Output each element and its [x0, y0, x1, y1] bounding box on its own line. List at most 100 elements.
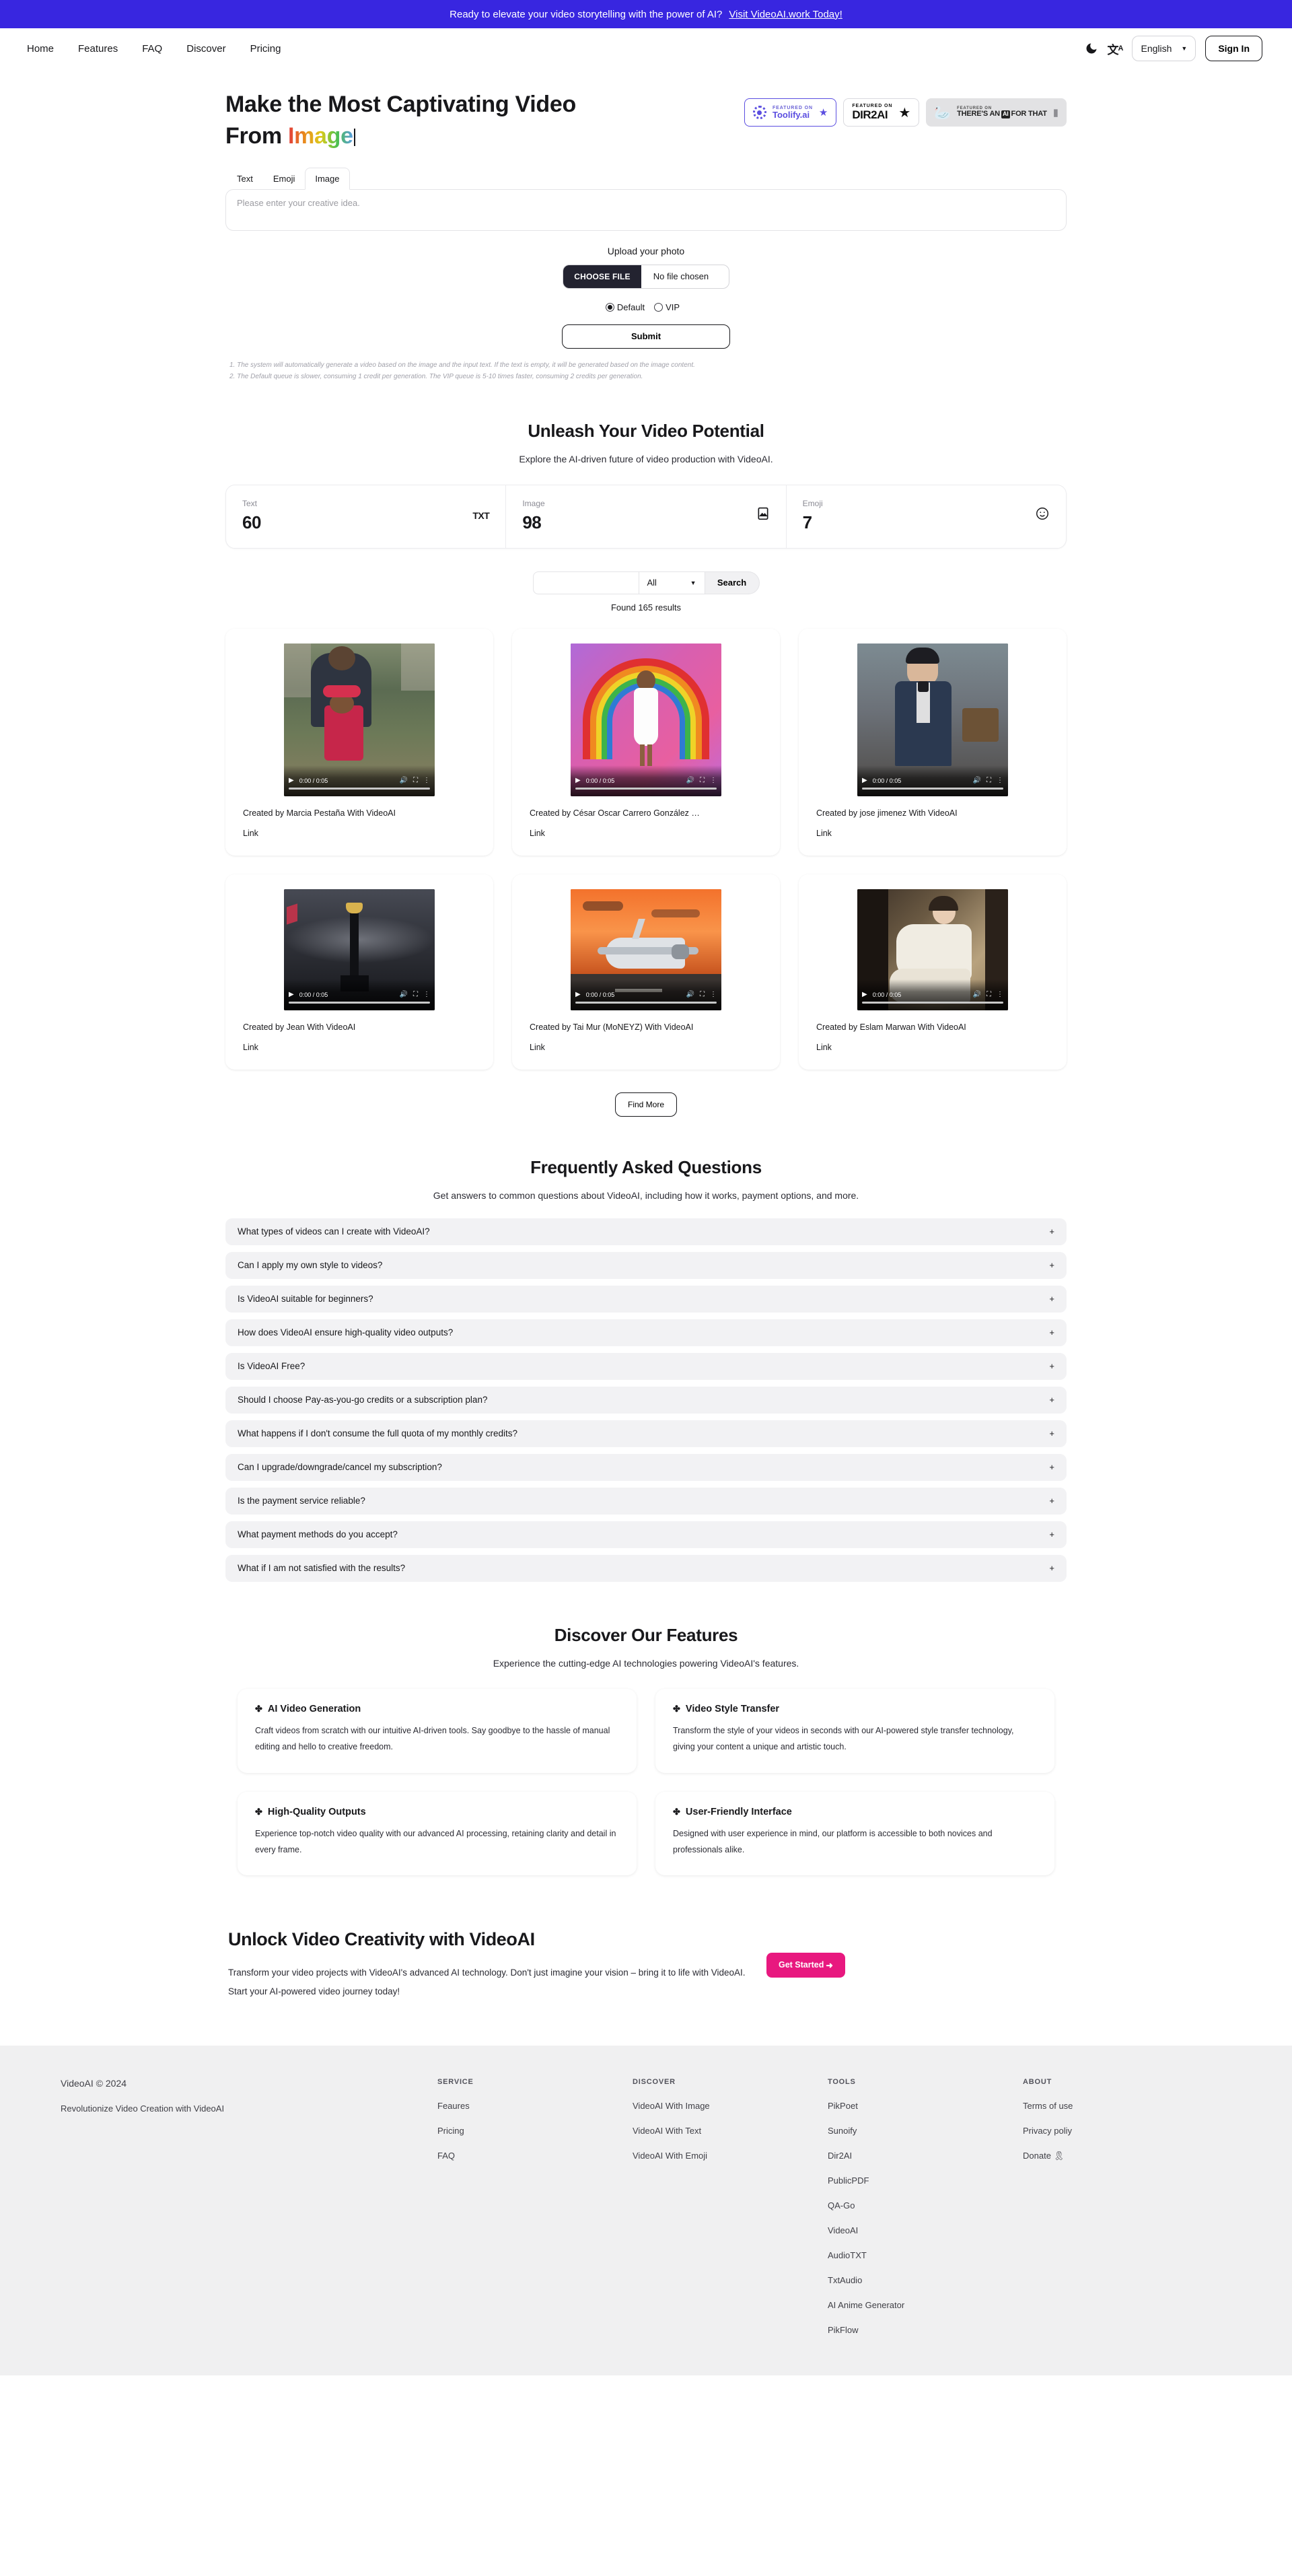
video-progress-bar[interactable] — [575, 1001, 717, 1004]
faq-item[interactable]: Is VideoAI suitable for beginners? + — [225, 1285, 1067, 1313]
video-controls[interactable]: ▶ 0:00 / 0:05 🔊 ⛶ ⋮ — [571, 979, 721, 1010]
more-options-icon[interactable]: ⋮ — [423, 777, 430, 784]
faq-item[interactable]: Can I apply my own style to videos? + — [225, 1251, 1067, 1279]
fullscreen-icon[interactable]: ⛶ — [700, 991, 705, 998]
footer-link[interactable]: VideoAI With Image — [633, 2101, 828, 2111]
footer-link[interactable]: AudioTXT — [828, 2250, 1023, 2260]
video-player[interactable]: ▶ 0:00 / 0:05 🔊 ⛶ ⋮ — [857, 643, 1008, 796]
faq-item[interactable]: What if I am not satisfied with the resu… — [225, 1554, 1067, 1582]
footer-link[interactable]: TxtAudio — [828, 2275, 1023, 2285]
search-input[interactable] — [532, 571, 639, 594]
footer-link[interactable]: PikFlow — [828, 2325, 1023, 2335]
video-player[interactable]: ▶ 0:00 / 0:05 🔊 ⛶ ⋮ — [857, 889, 1008, 1010]
plus-icon[interactable]: + — [1049, 1294, 1054, 1304]
nav-item-home[interactable]: Home — [27, 43, 54, 55]
volume-icon[interactable]: 🔊 — [686, 777, 694, 784]
faq-item[interactable]: What happens if I don't consume the full… — [225, 1420, 1067, 1447]
tab-emoji[interactable]: Emoji — [263, 168, 306, 189]
volume-icon[interactable]: 🔊 — [973, 991, 981, 998]
play-icon[interactable]: ▶ — [575, 777, 581, 784]
video-card[interactable]: ▶ 0:00 / 0:05 🔊 ⛶ ⋮ Created by Tai Mur (… — [512, 874, 780, 1070]
fullscreen-icon[interactable]: ⛶ — [986, 991, 991, 998]
plus-icon[interactable]: + — [1049, 1327, 1054, 1337]
footer-link-donate[interactable]: Donate 🎗 — [1023, 2151, 1218, 2161]
volume-icon[interactable]: 🔊 — [686, 991, 694, 998]
video-player[interactable]: ▶ 0:00 / 0:05 🔊 ⛶ ⋮ — [284, 643, 435, 796]
tab-text[interactable]: Text — [227, 168, 263, 189]
nav-item-features[interactable]: Features — [78, 43, 118, 55]
language-select[interactable]: English ▼ — [1132, 36, 1196, 61]
more-options-icon[interactable]: ⋮ — [710, 777, 717, 784]
footer-link[interactable]: PikPoet — [828, 2101, 1023, 2111]
sign-in-button[interactable]: Sign In — [1205, 36, 1262, 61]
video-link[interactable]: Link — [243, 829, 476, 838]
fullscreen-icon[interactable]: ⛶ — [413, 991, 418, 998]
video-link[interactable]: Link — [530, 1043, 762, 1052]
moon-icon[interactable] — [1085, 42, 1098, 55]
footer-link[interactable]: Dir2AI — [828, 2151, 1023, 2161]
get-started-button[interactable]: Get Started ➜ — [766, 1952, 845, 1978]
footer-link[interactable]: VideoAI With Emoji — [633, 2151, 828, 2161]
radio-default-label[interactable]: Default — [617, 302, 645, 312]
faq-item[interactable]: What types of videos can I create with V… — [225, 1218, 1067, 1245]
plus-icon[interactable]: + — [1049, 1260, 1054, 1270]
plus-icon[interactable]: + — [1049, 1226, 1054, 1237]
video-progress-bar[interactable] — [289, 1001, 430, 1004]
video-link[interactable]: Link — [816, 1043, 1049, 1052]
find-more-button[interactable]: Find More — [614, 1092, 678, 1117]
fullscreen-icon[interactable]: ⛶ — [700, 777, 705, 784]
video-player[interactable]: ▶ 0:00 / 0:05 🔊 ⛶ ⋮ — [571, 889, 721, 1010]
nav-item-faq[interactable]: FAQ — [142, 43, 162, 55]
search-button[interactable]: Search — [704, 571, 760, 594]
plus-icon[interactable]: + — [1049, 1462, 1054, 1472]
video-progress-bar[interactable] — [575, 787, 717, 790]
video-controls[interactable]: ▶ 0:00 / 0:05 🔊 ⛶ ⋮ — [284, 979, 435, 1010]
nav-item-discover[interactable]: Discover — [186, 43, 225, 55]
video-link[interactable]: Link — [530, 829, 762, 838]
footer-link[interactable]: Privacy poliy — [1023, 2126, 1218, 2136]
footer-link[interactable]: AI Anime Generator — [828, 2300, 1023, 2310]
radio-vip[interactable] — [654, 302, 663, 312]
plus-icon[interactable]: + — [1049, 1428, 1054, 1438]
play-icon[interactable]: ▶ — [289, 777, 294, 784]
badge-dir2ai[interactable]: FEATURED ON DIR2AI ★ — [843, 98, 920, 127]
nav-item-pricing[interactable]: Pricing — [250, 43, 281, 55]
footer-link[interactable]: VideoAI — [828, 2225, 1023, 2235]
radio-vip-label[interactable]: VIP — [666, 302, 680, 312]
prompt-input[interactable]: Please enter your creative idea. — [225, 188, 1067, 231]
faq-item[interactable]: What payment methods do you accept? + — [225, 1521, 1067, 1548]
video-link[interactable]: Link — [816, 829, 1049, 838]
fullscreen-icon[interactable]: ⛶ — [986, 777, 991, 784]
video-link[interactable]: Link — [243, 1043, 476, 1052]
search-filter-select[interactable]: All ▼ — [638, 571, 705, 594]
faq-item[interactable]: Is the payment service reliable? + — [225, 1487, 1067, 1515]
more-options-icon[interactable]: ⋮ — [997, 991, 1003, 998]
translate-icon[interactable]: 文A — [1108, 40, 1124, 57]
plus-icon[interactable]: + — [1049, 1361, 1054, 1371]
faq-item[interactable]: Is VideoAI Free? + — [225, 1352, 1067, 1380]
plus-icon[interactable]: + — [1049, 1529, 1054, 1539]
plus-icon[interactable]: + — [1049, 1496, 1054, 1506]
play-icon[interactable]: ▶ — [862, 777, 867, 784]
video-card[interactable]: ▶ 0:00 / 0:05 🔊 ⛶ ⋮ Created by César Osc… — [512, 628, 780, 856]
video-player[interactable]: ▶ 0:00 / 0:05 🔊 ⛶ ⋮ — [571, 643, 721, 796]
choose-file-button[interactable]: CHOOSE FILE — [563, 265, 641, 288]
video-progress-bar[interactable] — [289, 787, 430, 790]
more-options-icon[interactable]: ⋮ — [710, 991, 717, 998]
volume-icon[interactable]: 🔊 — [400, 777, 408, 784]
faq-item[interactable]: Can I upgrade/downgrade/cancel my subscr… — [225, 1453, 1067, 1481]
fullscreen-icon[interactable]: ⛶ — [413, 777, 418, 784]
volume-icon[interactable]: 🔊 — [400, 991, 408, 998]
video-card[interactable]: ▶ 0:00 / 0:05 🔊 ⛶ ⋮ Created by Marcia Pe… — [225, 628, 493, 856]
tab-image[interactable]: Image — [305, 167, 350, 190]
video-card[interactable]: ▶ 0:00 / 0:05 🔊 ⛶ ⋮ Created by Eslam Mar… — [799, 874, 1067, 1070]
plus-icon[interactable]: + — [1049, 1563, 1054, 1573]
footer-link[interactable]: QA-Go — [828, 2200, 1023, 2211]
footer-link[interactable]: FAQ — [437, 2151, 633, 2161]
play-icon[interactable]: ▶ — [575, 991, 581, 998]
footer-link[interactable]: PublicPDF — [828, 2175, 1023, 2186]
badge-theres-an-ai-for-that[interactable]: 🦢 FEATURED ON THERE'S AN AI FOR THAT ▮ — [926, 98, 1067, 127]
announcement-link[interactable]: Visit VideoAI.work Today! — [729, 9, 842, 20]
video-progress-bar[interactable] — [862, 1001, 1003, 1004]
play-icon[interactable]: ▶ — [289, 991, 294, 998]
